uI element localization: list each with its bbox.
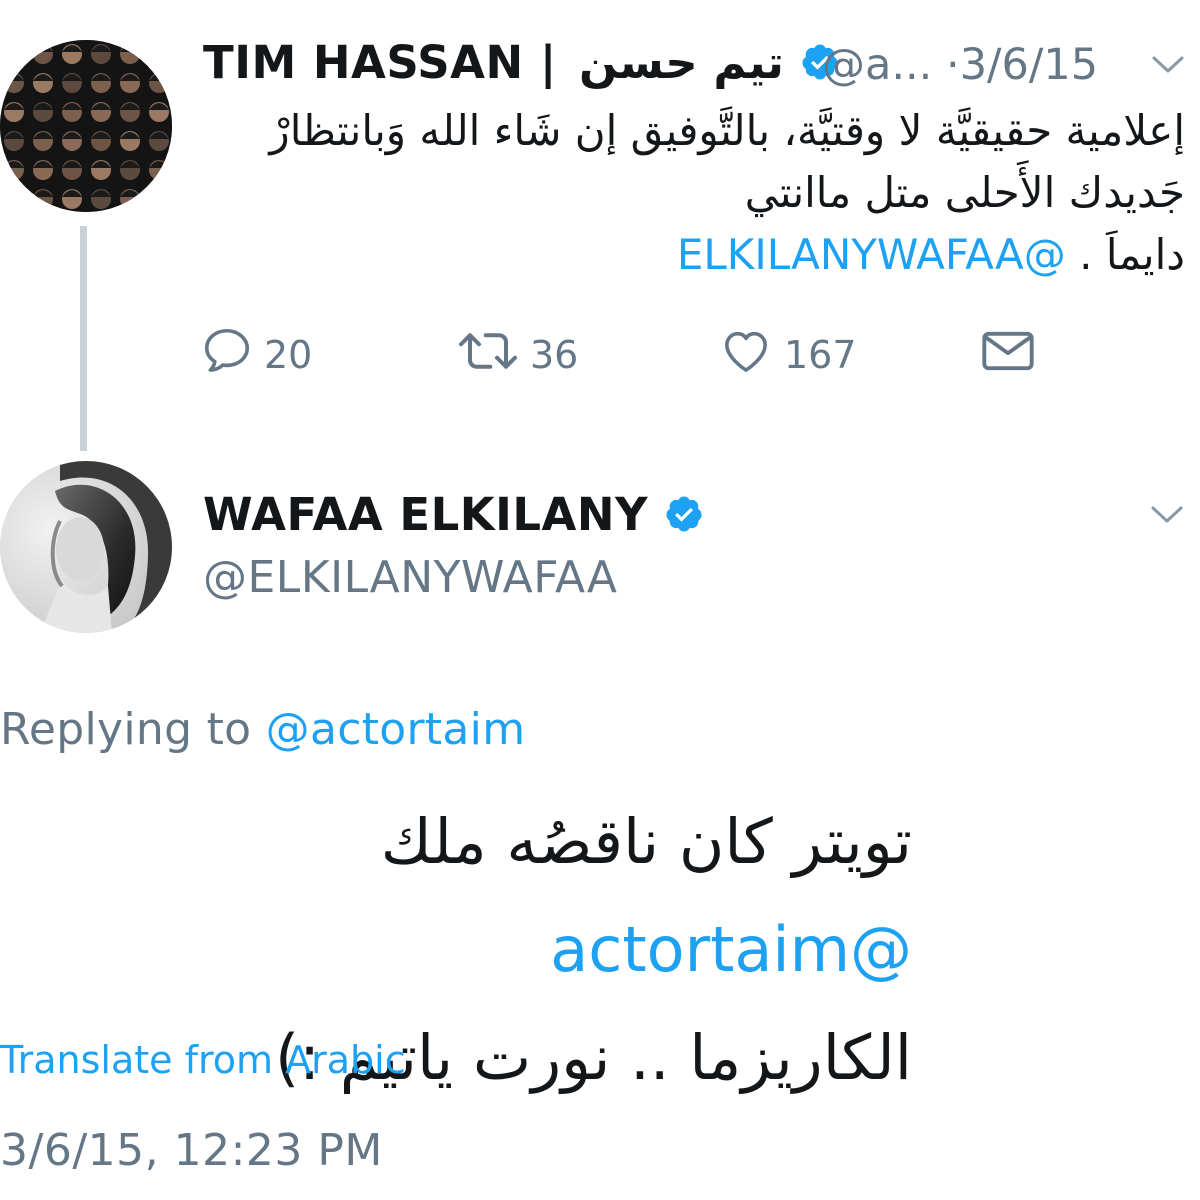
mention-link[interactable]: @actortaim bbox=[550, 913, 912, 986]
reply-text-words: تويتر كان ناقصُه ملك bbox=[380, 805, 912, 878]
thread-connector-line bbox=[80, 226, 87, 451]
author-name: WAFAA ELKILANY bbox=[203, 488, 649, 541]
direct-message-button[interactable] bbox=[980, 325, 1046, 385]
tweet-date[interactable]: 3/6/15 bbox=[960, 40, 1098, 90]
collage-face bbox=[4, 189, 24, 209]
avatar-collage-image bbox=[0, 40, 172, 212]
retweet-count: 36 bbox=[530, 333, 579, 377]
collage-face bbox=[149, 189, 169, 209]
tweet-meta: @a... ·3/6/15 bbox=[822, 40, 1098, 90]
mention-link[interactable]: @ELKILANYWAFAA bbox=[677, 230, 1066, 279]
tweet-timestamp: 3/6/15, 12:23 PM bbox=[0, 1125, 383, 1176]
retweet-button[interactable]: 36 bbox=[456, 325, 578, 385]
heart-icon bbox=[718, 324, 784, 387]
author-name-arabic: تيم حسن bbox=[578, 36, 784, 89]
collage-face bbox=[149, 73, 169, 93]
reply-text-line-1: تويتر كان ناقصُه ملك @actortaim bbox=[12, 788, 912, 1004]
collage-face bbox=[33, 44, 53, 64]
replying-to-mention[interactable]: @actortaim bbox=[266, 704, 526, 755]
reply-icon bbox=[200, 324, 264, 387]
collage-hair bbox=[120, 45, 140, 52]
collage-face bbox=[149, 44, 169, 64]
author-handle[interactable]: @a... bbox=[822, 40, 932, 90]
collage-hair bbox=[33, 45, 53, 52]
collage-hair bbox=[4, 190, 24, 197]
tweet-text-line-3: دايماَ . @ELKILANYWAFAA bbox=[185, 224, 1185, 286]
reply-count: 20 bbox=[264, 333, 313, 377]
chevron-down-icon[interactable] bbox=[1151, 54, 1185, 76]
translate-link[interactable]: Translate from Arabic bbox=[0, 1038, 406, 1082]
reply-button[interactable]: 20 bbox=[200, 325, 312, 385]
meta-separator: · bbox=[946, 40, 960, 90]
replying-to: Replying to @actortaim bbox=[0, 704, 525, 755]
like-button[interactable]: 167 bbox=[718, 325, 857, 385]
collage-hair bbox=[149, 190, 169, 197]
chevron-down-icon[interactable] bbox=[1150, 504, 1184, 526]
avatar-tim-hassan[interactable] bbox=[0, 40, 172, 212]
tweet-actions: 20 36 167 bbox=[200, 325, 1060, 385]
author-name-tim-hassan[interactable]: TIM HASSAN | تيم حسن bbox=[203, 36, 840, 93]
author-handle[interactable]: @ELKILANYWAFAA bbox=[203, 552, 617, 603]
verified-badge-icon bbox=[664, 492, 704, 545]
collage-face bbox=[120, 44, 140, 64]
like-count: 167 bbox=[784, 333, 857, 377]
collage-face bbox=[4, 73, 24, 93]
collage-hair bbox=[4, 45, 24, 52]
envelope-icon bbox=[980, 326, 1046, 385]
tweet-text-line-2: جَديدك الأَحلى متل ماانتي bbox=[744, 168, 1185, 217]
avatar-portrait-image bbox=[0, 461, 172, 633]
avatar-wafaa-elkilany[interactable] bbox=[0, 461, 172, 633]
author-name-latin: TIM HASSAN | bbox=[203, 36, 557, 89]
tweet-text-line-1: إعلامية حقيقيَّة لا وقتيَّة، بالتَّوفيق … bbox=[269, 106, 1185, 155]
tweet-text: إعلامية حقيقيَّة لا وقتيَّة، بالتَّوفيق … bbox=[185, 100, 1185, 286]
author-name-wafaa[interactable]: WAFAA ELKILANY bbox=[203, 488, 704, 545]
retweet-icon bbox=[456, 324, 530, 387]
collage-hair bbox=[149, 45, 169, 52]
tweet-text-word: دايماَ . bbox=[1079, 230, 1185, 279]
replying-to-label: Replying to bbox=[0, 704, 252, 755]
collage-face bbox=[4, 44, 24, 64]
